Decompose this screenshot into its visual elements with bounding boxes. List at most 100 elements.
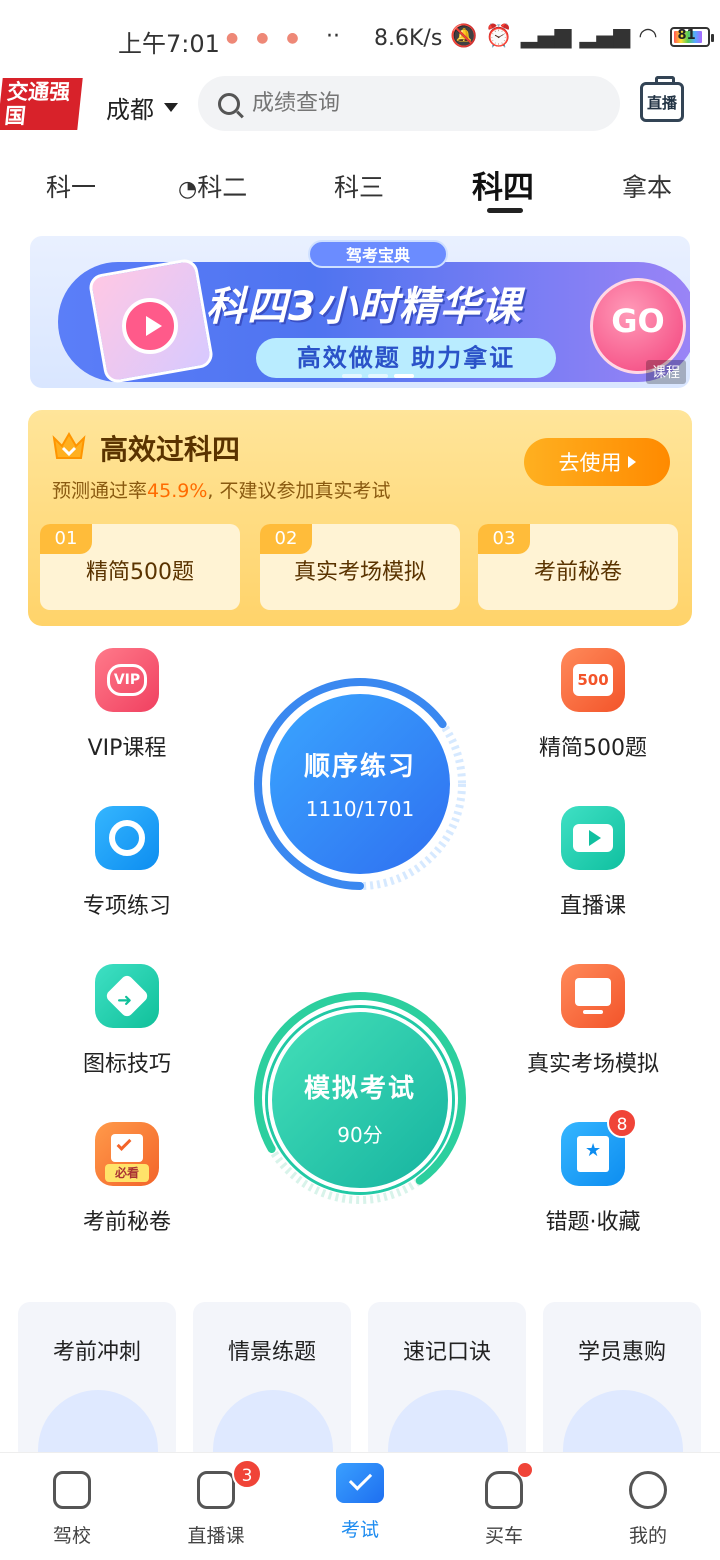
play-arrow-icon — [627, 456, 636, 468]
q500-entry[interactable]: 500 精简500题 — [503, 648, 683, 762]
sequential-practice-title: 顺序练习 — [303, 752, 416, 782]
bookmark-star-icon: ★ 8 — [561, 1108, 637, 1186]
crown-icon — [52, 432, 86, 459]
vip-course-entry[interactable]: VIP VIP课程 — [37, 648, 217, 762]
live-tv-button[interactable]: 直播 — [640, 82, 684, 122]
status-bar: 上午7:01 ●●● ·· 8.6K/s 🔕 ⏰ ▂▄▆ ▂▄▆ ◠ 81 — [0, 0, 720, 78]
road-sign-icon: ➜ — [95, 964, 159, 1028]
secret-paper-label: 考前秘卷 — [82, 1210, 171, 1235]
nav-live-course[interactable]: 3 直播课 — [166, 1459, 266, 1548]
card-mnemonic[interactable]: 速记口诀 — [368, 1302, 526, 1462]
use-now-button[interactable]: 去使用 — [524, 438, 670, 486]
q500-icon-text: 500 — [573, 664, 613, 696]
target-icon — [95, 806, 159, 870]
city-selector[interactable]: 成都 — [106, 90, 178, 125]
sign-tips-label: 图标技巧 — [82, 1052, 171, 1077]
vip-course-label: VIP课程 — [87, 736, 167, 761]
car-icon — [485, 1471, 523, 1509]
wrong-collect-label: 错题·收藏 — [545, 1210, 641, 1235]
school-icon — [53, 1471, 91, 1509]
video-icon — [561, 806, 625, 870]
real-exam-entry[interactable]: 真实考场模拟 — [503, 964, 683, 1078]
nav-label: 直播课 — [187, 1525, 245, 1547]
nav-mine[interactable]: 我的 — [598, 1471, 698, 1548]
promo-sub-prefix: 预测通过率 — [52, 480, 148, 502]
buy-car-dot — [518, 1463, 532, 1477]
play-icon — [122, 298, 178, 354]
search-icon — [218, 92, 240, 115]
tab-subject-3[interactable]: 科三 — [334, 168, 384, 204]
q500-label: 精简500题 — [539, 736, 647, 761]
banner-pager — [342, 374, 414, 378]
special-practice-entry[interactable]: 专项练习 — [37, 806, 217, 920]
signal-icon-2: ▂▄▆ — [579, 24, 631, 49]
active-tab-indicator — [487, 208, 523, 213]
tab-subject-4[interactable]: 科四 — [472, 162, 534, 207]
nav-driving-school[interactable]: 驾校 — [22, 1471, 122, 1548]
card-scenario-title: 情景练题 — [227, 1340, 316, 1365]
pass-rate: 45.9% — [147, 480, 208, 502]
profile-smile-icon — [629, 1471, 667, 1509]
banner-brand: 驾考宝典 — [308, 240, 448, 268]
card-mnemonic-title: 速记口诀 — [402, 1340, 491, 1365]
live-course-label: 直播课 — [559, 894, 626, 919]
promo-item-2[interactable]: 02 真实考场模拟 — [260, 524, 460, 610]
sequential-practice-button[interactable]: 顺序练习 1110/1701 — [270, 694, 450, 874]
promo-title: 高效过科四 — [100, 433, 241, 466]
tab-subject-2[interactable]: ◔科二 — [178, 168, 247, 204]
app-logo: 交通强国 — [0, 78, 83, 130]
secret-paper-entry[interactable]: 必看 考前秘卷 — [37, 1122, 217, 1236]
monitor-icon — [561, 964, 625, 1028]
promo-item-label: 真实考场模拟 — [293, 560, 426, 585]
signal-icon: ▂▄▆ — [520, 24, 572, 49]
q500-icon: 500 — [561, 648, 625, 712]
card-scenario[interactable]: 情景练题 — [193, 1302, 351, 1462]
status-icons: 🔕 ⏰ ▂▄▆ ▂▄▆ ◠ 81 — [450, 24, 714, 49]
tab-subject-1[interactable]: 科一 — [46, 168, 96, 204]
wrong-collect-entry[interactable]: ★ 8 错题·收藏 — [503, 1108, 683, 1236]
search-bar[interactable] — [198, 76, 620, 131]
city-label: 成都 — [106, 96, 154, 124]
promo-item-num: 03 — [478, 524, 530, 554]
banner-title: 科四3小时精华课 — [206, 284, 522, 330]
card-sprint-title: 考前冲刺 — [52, 1340, 141, 1365]
promo-item-1[interactable]: 01 精简500题 — [40, 524, 240, 610]
nav-label: 驾校 — [52, 1525, 91, 1547]
vip-icon-text: VIP — [107, 664, 147, 696]
card-sprint[interactable]: 考前冲刺 — [18, 1302, 176, 1462]
notification-icons: ●●● — [226, 30, 317, 46]
tv-icon — [197, 1471, 235, 1509]
battery-icon: 81 — [669, 26, 714, 47]
tab-get-license[interactable]: 拿本 — [622, 168, 672, 204]
promo-item-3[interactable]: 03 考前秘卷 — [478, 524, 678, 610]
nav-exam[interactable]: 考试 — [310, 1463, 410, 1542]
network-speed: 8.6K/s — [374, 26, 443, 51]
nav-buy-car[interactable]: 买车 — [454, 1463, 554, 1548]
card-student-deal[interactable]: 学员惠购 — [543, 1302, 701, 1462]
promo-item-num: 02 — [260, 524, 312, 554]
wifi-icon: ◠ — [638, 24, 658, 49]
real-exam-label: 真实考场模拟 — [526, 1052, 659, 1077]
status-time: 上午7:01 — [118, 30, 220, 58]
mock-exam-button[interactable]: 模拟考试 90分 — [268, 1008, 452, 1192]
mute-icon: 🔕 — [450, 24, 478, 49]
search-input[interactable] — [252, 91, 592, 116]
nav-label: 考试 — [340, 1519, 379, 1541]
promo-card: 高效过科四 预测通过率45.9%, 不建议参加真实考试 去使用 01 精简500… — [28, 410, 692, 626]
course-banner[interactable]: 驾考宝典 科四3小时精华课 高效做题 助力拿证 GO 课程 — [30, 236, 690, 388]
nav-label: 我的 — [628, 1525, 667, 1547]
battery-level: 81 — [677, 27, 696, 43]
promo-item-label: 考前秘卷 — [533, 560, 622, 585]
nav-label: 买车 — [484, 1525, 523, 1547]
mock-exam-title: 模拟考试 — [303, 1074, 416, 1104]
promo-sub-suffix: , 不建议参加真实考试 — [207, 480, 391, 502]
promo-subtitle: 预测通过率45.9%, 不建议参加真实考试 — [52, 476, 390, 503]
must-see-tag: 必看 — [105, 1164, 149, 1182]
sign-tips-entry[interactable]: ➜ 图标技巧 — [37, 964, 217, 1078]
status-more: ·· — [326, 24, 340, 49]
live-course-entry[interactable]: 直播课 — [503, 806, 683, 920]
alarm-icon: ⏰ — [485, 24, 513, 49]
sequential-practice-progress: 1110/1701 — [305, 797, 415, 821]
use-now-label: 去使用 — [558, 451, 622, 475]
wrong-count-badge: 8 — [607, 1108, 637, 1138]
